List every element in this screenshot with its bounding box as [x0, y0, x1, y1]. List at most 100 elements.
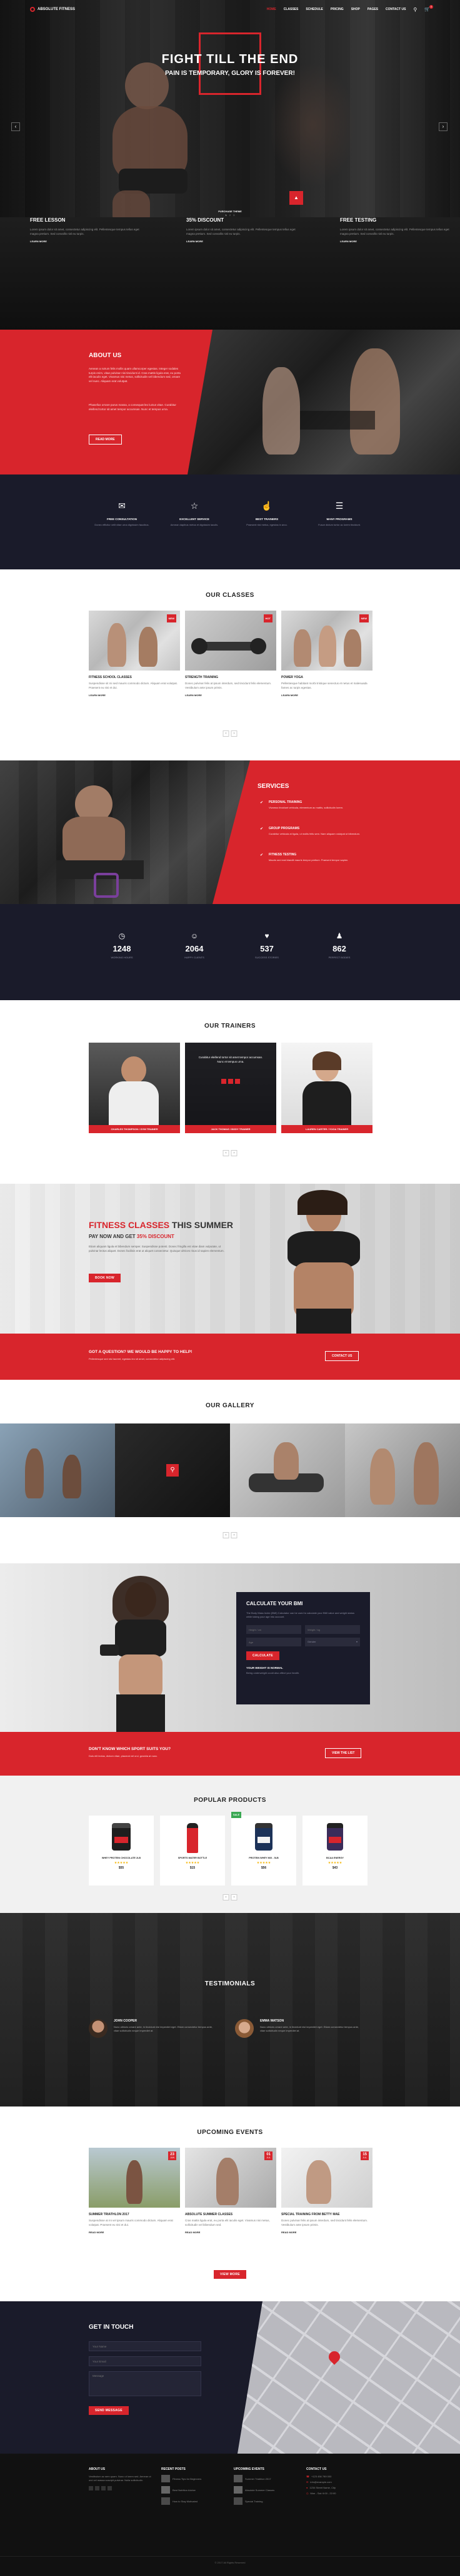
footer-event-1[interactable]: Summer Triathlon 2017 [234, 2475, 296, 2482]
bmi-title: CALCULATE YOUR BMI [246, 1601, 303, 1606]
events-view-more-button[interactable]: VIEW MORE [214, 2270, 246, 2279]
bmi-gender-select[interactable]: Gender ▾ [305, 1638, 360, 1646]
event-card-2[interactable]: 01 JUL ABSOLUTE SUMMER CLASSES Cras matt… [185, 2148, 276, 2234]
class-link-1[interactable]: LEARN MORE [89, 694, 180, 697]
trainers-section: OUR TRAINERS CHARLES THOMPSON / GYM TRAI… [0, 1000, 460, 1184]
footer-post-thumb-3 [161, 2497, 170, 2505]
gallery-image-1[interactable] [0, 1423, 115, 1517]
nav-contact[interactable]: CONTACT US [386, 7, 406, 11]
bmi-age-input[interactable] [246, 1638, 301, 1646]
bmi-weight-input[interactable] [305, 1625, 360, 1634]
feature-2-link[interactable]: LEARN MORE [186, 240, 299, 243]
gallery-zoom-icon[interactable]: ⚲ [166, 1464, 179, 1477]
question-contact-button[interactable]: CONTACT US [325, 1351, 359, 1361]
product-card-4[interactable]: BCAA ENERGY ★★★★★ $43 [302, 1816, 368, 1885]
classes-next-button[interactable]: › [231, 730, 238, 737]
instagram-icon[interactable] [235, 1079, 240, 1084]
event-date-2: 01 JUL [264, 2151, 272, 2160]
hero-dot-2[interactable]: 2 [229, 214, 231, 217]
sport-text: Duis elit lectus, dictum vitae, placerat… [89, 1754, 158, 1757]
twitter-icon[interactable] [95, 2486, 99, 2490]
contact-send-button[interactable]: SEND MESSAGE [89, 2406, 129, 2415]
class-link-3[interactable]: LEARN MORE [281, 694, 372, 697]
class-card-3[interactable]: NEW POWER YOGA Pellentesque habitant mor… [281, 611, 372, 697]
products-prev-button[interactable]: ‹ [222, 1894, 229, 1900]
trainer-card-3[interactable]: LAUREN CARTER / YOGA TRAINER [281, 1043, 372, 1133]
footer-post-1[interactable]: Fitness Tips for Beginners [161, 2475, 224, 2482]
sport-title: DON'T KNOW WHICH SPORT SUITS YOU? [89, 1747, 171, 1751]
scroll-up-button[interactable]: ▲ [289, 191, 303, 205]
nav-shop[interactable]: SHOP [351, 7, 360, 11]
trainer-card-2[interactable]: Curabitur eleifend tortor sit amet tempo… [185, 1043, 276, 1133]
benefit-4: ☰ MANY PROGRAMS Fusce dictum tortor ac l… [305, 501, 374, 527]
hero-dot-3[interactable]: 3 [233, 214, 234, 217]
footer-email[interactable]: ✉ info@example.com [306, 2480, 375, 2484]
footer-post-3[interactable]: How to Stay Motivated [161, 2497, 224, 2505]
class-link-2[interactable]: LEARN MORE [185, 694, 276, 697]
contact-message-input[interactable] [89, 2371, 201, 2396]
products-next-button[interactable]: › [231, 1894, 238, 1900]
footer-post-2[interactable]: Best Nutrition Advice [161, 2486, 224, 2494]
product-card-1[interactable]: WHEY PROTEIN CHOCOLATE 2LB ★★★★★ $55 [89, 1816, 154, 1885]
facebook-icon[interactable] [221, 1079, 226, 1084]
contact-email-input[interactable] [89, 2356, 201, 2366]
gallery-image-3[interactable] [230, 1423, 345, 1517]
bmi-calculate-button[interactable]: CALCULATE [246, 1651, 279, 1660]
hero-dot-1[interactable]: 1 [226, 214, 227, 217]
product-card-3[interactable]: SALE PROTEIN WHEY MIX - 5LB ★★★★★ $56 [231, 1812, 296, 1885]
summer-section: FITNESS CLASSES THIS SUMMER PAY NOW AND … [0, 1184, 460, 1334]
bmi-height-input[interactable] [246, 1625, 301, 1634]
user-icon: ♟ [336, 932, 343, 940]
summer-book-button[interactable]: BOOK NOW [89, 1274, 121, 1282]
feature-1-link[interactable]: LEARN MORE [30, 240, 142, 243]
service-icon-3: ✔ [260, 853, 264, 857]
nav-pricing[interactable]: PRICING [331, 7, 344, 11]
clock-icon: ◷ [118, 932, 126, 940]
google-plus-icon[interactable] [101, 2486, 106, 2490]
cart-icon[interactable]: 🛒 0 [424, 5, 433, 12]
nav-home[interactable]: HOME [267, 7, 276, 11]
instagram-icon[interactable] [108, 2486, 112, 2490]
testimonial-avatar-1 [89, 2019, 108, 2038]
hero-next-arrow[interactable]: › [439, 122, 448, 131]
logo[interactable]: ABSOLUTE FITNESS [30, 7, 75, 12]
about-button[interactable]: READ MORE [89, 435, 122, 445]
trainers-prev-button[interactable]: ‹ [222, 1150, 229, 1156]
sport-view-list-button[interactable]: VIEW THE LIST [325, 1748, 362, 1758]
gallery-prev-button[interactable]: ‹ [222, 1532, 229, 1538]
product-image-4 [327, 1823, 343, 1851]
footer-event-3[interactable]: Special Training [234, 2497, 296, 2505]
footer-event-thumb-2 [234, 2486, 242, 2494]
event-card-1[interactable]: 23 JUN SUMMER TRIATHLON 2017 Suspendisse… [89, 2148, 180, 2234]
class-badge-2: HOT [263, 614, 272, 622]
summer-text: Etiam aliquam ligula et bibendum semper.… [89, 1245, 224, 1252]
class-card-1[interactable]: NEW FITNESS SCHOOL CLASSES Suspendisse s… [89, 611, 180, 697]
event-link-2[interactable]: READ MORE [185, 2231, 276, 2234]
trainer-card-1[interactable]: CHARLES THOMPSON / GYM TRAINER [89, 1043, 180, 1133]
event-link-1[interactable]: READ MORE [89, 2231, 180, 2234]
trainers-next-button[interactable]: › [231, 1150, 238, 1156]
facebook-icon[interactable] [89, 2486, 93, 2490]
nav-classes[interactable]: CLASSES [284, 7, 299, 11]
gallery-image-2[interactable]: ⚲ [115, 1423, 230, 1517]
footer-event-2[interactable]: Absolute Summer Classes [234, 2486, 296, 2494]
class-card-2[interactable]: HOT STRENGTH TRAINING Donec pulvinar fel… [185, 611, 276, 697]
sport-bar: DON'T KNOW WHICH SPORT SUITS YOU? Duis e… [0, 1732, 460, 1776]
map[interactable] [238, 2301, 460, 2454]
nav-pages[interactable]: PAGES [368, 7, 378, 11]
gallery-image-4[interactable] [345, 1423, 460, 1517]
contact-name-input[interactable] [89, 2341, 201, 2351]
event-card-3[interactable]: 15 JUL SPECIAL TRAINING FROM BETTY MAE D… [281, 2148, 372, 2234]
feature-3-link[interactable]: LEARN MORE [340, 240, 452, 243]
nav-schedule[interactable]: SCHEDULE [306, 7, 323, 11]
question-bar: GOT A QUESTION? WE WOULD BE HAPPY TO HEL… [0, 1334, 460, 1380]
search-icon[interactable]: ⚲ [413, 7, 417, 12]
hero-prev-arrow[interactable]: ‹ [11, 122, 20, 131]
event-link-3[interactable]: READ MORE [281, 2231, 372, 2234]
gallery-next-button[interactable]: › [231, 1532, 238, 1538]
stat-4: ♟ 862 PERFECT BODIES [305, 932, 374, 959]
hero-button-label[interactable]: PURCHASE THEME [208, 210, 252, 213]
product-card-2[interactable]: SPORTS WATER BOTTLE ★★★★★ $15 [160, 1816, 225, 1885]
twitter-icon[interactable] [228, 1079, 233, 1084]
classes-prev-button[interactable]: ‹ [222, 730, 229, 737]
